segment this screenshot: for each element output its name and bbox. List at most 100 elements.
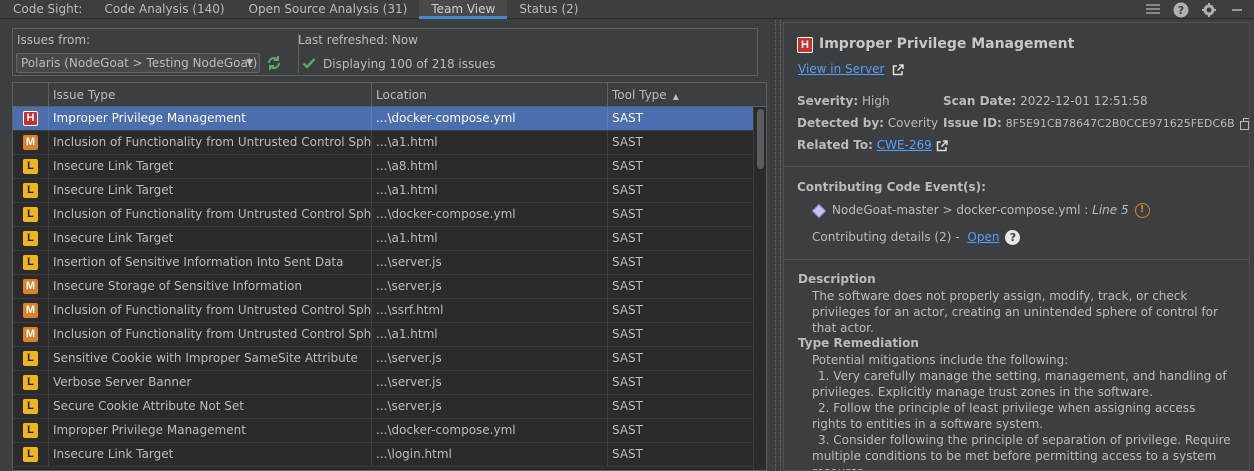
- location-cell: ...\docker-compose.yml: [372, 107, 608, 130]
- severity-badge: L: [23, 351, 38, 366]
- open-details-link[interactable]: Open: [967, 230, 999, 244]
- tool-type-cell: SAST: [612, 399, 643, 413]
- table-row[interactable]: M Insecure Storage of Sensitive Informati…: [13, 275, 755, 299]
- location-cell: ...\ssrf.html: [372, 299, 608, 322]
- severity-value: High: [861, 94, 890, 108]
- panel-splitter[interactable]: [775, 20, 781, 471]
- tab-open-source-analysis[interactable]: Open Source Analysis (31): [237, 0, 420, 19]
- issue-type-cell: Insertion of Sensitive Information Into …: [49, 251, 372, 274]
- severity-badge: L: [23, 423, 38, 438]
- severity-cell: L: [13, 443, 49, 466]
- filter-panel: Issues from: Polaris (NodeGoat > Testing…: [12, 28, 758, 76]
- displaying-count-label: Displaying 100 of 218 issues: [323, 57, 496, 71]
- issues-source-value: Polaris (NodeGoat > Testing NodeGoat): [21, 56, 258, 70]
- location-cell: ...\server.js: [372, 395, 608, 418]
- severity-badge: M: [23, 303, 38, 318]
- severity-badge: L: [23, 183, 38, 198]
- help-icon[interactable]: ?: [1005, 230, 1021, 245]
- severity-badge: L: [23, 447, 38, 462]
- tool-type-cell: SAST: [612, 447, 643, 461]
- table-row[interactable]: L Insecure Link Target ...\a1.html SAST: [13, 227, 755, 251]
- table-row[interactable]: M Inclusion of Functionality from Untrust…: [13, 299, 755, 323]
- description-title: Description: [798, 272, 876, 286]
- table-row[interactable]: L Inclusion of Functionality from Untrust…: [13, 203, 755, 227]
- contributing-details-label: Contributing details (2) -: [812, 230, 960, 244]
- toolbar-icons: ?: [1144, 0, 1246, 19]
- location-cell: ...\login.html: [372, 443, 608, 466]
- tab-team-view[interactable]: Team View: [419, 0, 508, 19]
- location-cell: ...\a1.html: [372, 227, 608, 250]
- column-header-severity[interactable]: [13, 83, 49, 107]
- event-line[interactable]: Line 5: [1092, 203, 1128, 217]
- issue-type-cell: Insecure Link Target: [49, 155, 372, 178]
- issue-type-cell: Improper Privilege Management: [49, 419, 372, 442]
- copy-icon[interactable]: [1239, 117, 1249, 130]
- table-row[interactable]: L Insecure Link Target ...\a8.html SAST: [13, 155, 755, 179]
- severity-cell: L: [13, 419, 49, 442]
- remediation-intro: Potential mitigations include the follow…: [812, 353, 1069, 367]
- tool-type-cell: SAST: [612, 327, 643, 341]
- severity-cell: L: [13, 203, 49, 226]
- minimize-icon[interactable]: [1228, 1, 1246, 19]
- severity-badge: L: [23, 207, 38, 222]
- table-row[interactable]: M Inclusion of Functionality from Untrust…: [13, 131, 755, 155]
- issues-table: Issue Type Location Tool Type ▲ H Improper…: [12, 82, 767, 471]
- view-in-server-link[interactable]: View in Server: [798, 62, 884, 76]
- issue-type-cell: Secure Cookie Attribute Not Set: [49, 395, 372, 418]
- tool-type-cell: SAST: [612, 279, 643, 293]
- issue-detail-panel: H Improper Privilege Management View in …: [783, 22, 1250, 471]
- column-header-issue-type[interactable]: Issue Type: [49, 83, 372, 107]
- gear-icon[interactable]: [1200, 1, 1218, 19]
- location-cell: ...\server.js: [372, 347, 608, 370]
- severity-cell: L: [13, 371, 49, 394]
- issue-type-cell: Sensitive Cookie with Improper SameSite …: [49, 347, 372, 370]
- table-header: Issue Type Location Tool Type ▲: [13, 83, 766, 107]
- tool-type-cell: SAST: [612, 255, 643, 269]
- table-row[interactable]: L Insertion of Sensitive Information Into…: [13, 251, 755, 275]
- detected-by-key: Detected by:: [797, 116, 884, 130]
- issues-source-select[interactable]: Polaris (NodeGoat > Testing NodeGoat) ▼: [16, 53, 260, 73]
- tab-code-analysis[interactable]: Code Analysis (140): [92, 0, 236, 19]
- table-body: H Improper Privilege Management ...\docker…: [13, 107, 755, 467]
- table-row[interactable]: L Insecure Link Target ...\a1.html SAST: [13, 179, 755, 203]
- severity-cell: M: [13, 299, 49, 322]
- issue-type-cell: Inclusion of Functionality from Untruste…: [49, 203, 372, 226]
- column-header-location[interactable]: Location: [372, 83, 608, 107]
- detected-by-value: Coverity: [887, 116, 939, 130]
- table-row[interactable]: L Sensitive Cookie with Improper SameSite…: [13, 347, 755, 371]
- severity-badge: L: [23, 399, 38, 414]
- svg-text:?: ?: [1178, 4, 1184, 17]
- severity-cell: L: [13, 395, 49, 418]
- table-scrollbar[interactable]: [753, 107, 766, 470]
- cwe-link[interactable]: CWE-269: [877, 138, 932, 152]
- event-path[interactable]: NodeGoat-master > docker-compose.yml :: [832, 203, 1092, 217]
- severity-badge: L: [23, 255, 38, 270]
- list-settings-icon[interactable]: [1144, 1, 1162, 19]
- table-row[interactable]: H Improper Privilege Management ...\docker…: [13, 107, 755, 131]
- severity-cell: H: [13, 107, 49, 130]
- table-row[interactable]: M Inclusion of Functionality from Untrust…: [13, 323, 755, 347]
- severity-badge: L: [23, 159, 38, 174]
- location-cell: ...\a1.html: [372, 323, 608, 346]
- tab-status[interactable]: Status (2): [507, 0, 590, 19]
- warning-icon: !: [1134, 203, 1150, 218]
- table-row[interactable]: L Insecure Link Target ...\login.html SAST: [13, 443, 755, 467]
- location-cell: ...\a8.html: [372, 155, 608, 178]
- description-text: The software does not properly assign, m…: [812, 289, 1218, 335]
- severity-badge: L: [23, 231, 38, 246]
- external-link-icon[interactable]: [892, 63, 904, 76]
- column-header-tool-type[interactable]: Tool Type ▲: [608, 83, 766, 107]
- table-row[interactable]: L Verbose Server Banner ...\server.js SAST: [13, 371, 755, 395]
- location-cell: ...\docker-compose.yml: [372, 419, 608, 442]
- refresh-icon[interactable]: [265, 54, 283, 72]
- table-row[interactable]: L Secure Cookie Attribute Not Set ...\serv…: [13, 395, 755, 419]
- external-link-icon[interactable]: [936, 139, 948, 152]
- issue-type-cell: Insecure Storage of Sensitive Informatio…: [49, 275, 372, 298]
- severity-cell: M: [13, 275, 49, 298]
- last-refreshed-label: Last refreshed: Now: [298, 33, 418, 47]
- scrollbar-thumb[interactable]: [757, 109, 764, 169]
- severity-badge: M: [23, 135, 38, 150]
- section-divider: [784, 166, 1249, 167]
- help-icon[interactable]: ?: [1172, 1, 1190, 19]
- table-row[interactable]: L Improper Privilege Management ...\docker…: [13, 419, 755, 443]
